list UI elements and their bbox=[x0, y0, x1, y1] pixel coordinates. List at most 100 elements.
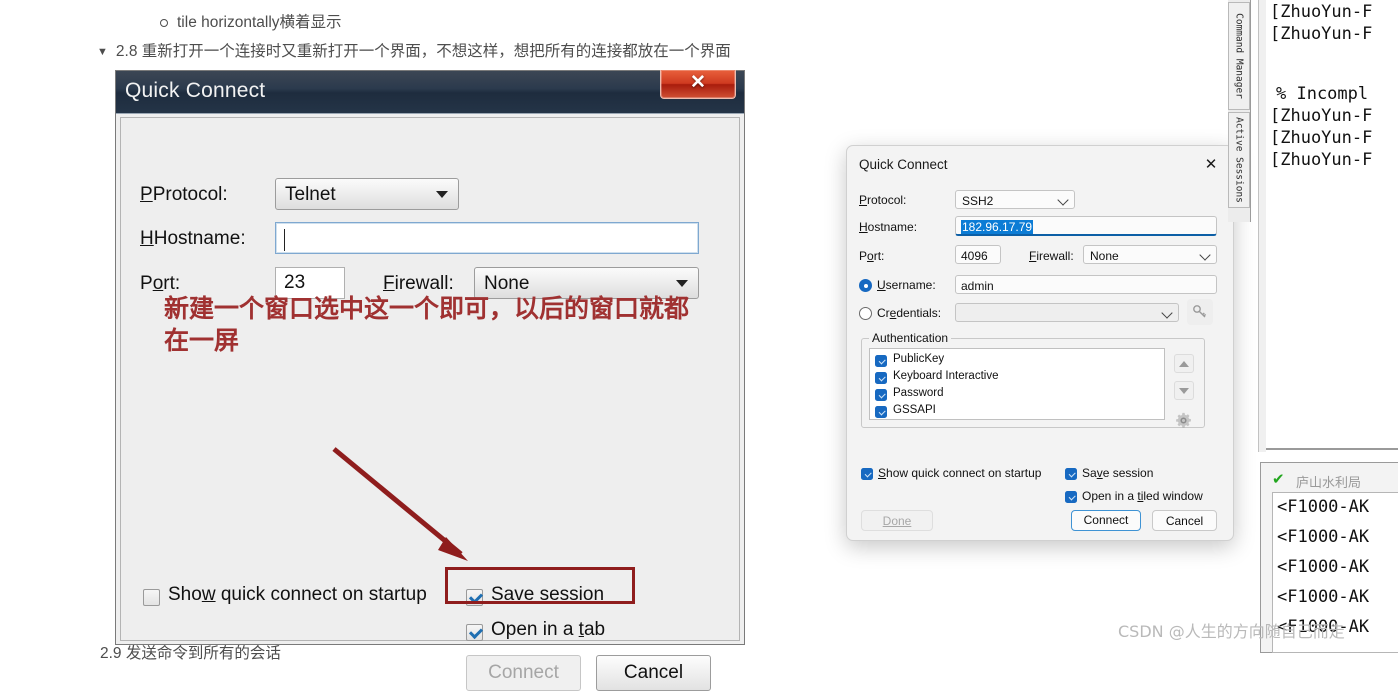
win7-close-button[interactable]: ✕ bbox=[660, 70, 736, 99]
sidebar-tab-active-sessions[interactable]: Active Sessions bbox=[1228, 112, 1250, 208]
win11-cancel-button[interactable]: Cancel bbox=[1152, 510, 1217, 531]
win11-username-value: admin bbox=[961, 279, 994, 293]
chevron-down-icon bbox=[1199, 249, 1211, 261]
terminal-line: [ZhuoYun-F bbox=[1270, 2, 1373, 22]
sidebar-tab-active-sessions-label: Active Sessions bbox=[1233, 117, 1245, 203]
win7-protocol-label: PProtocol: bbox=[140, 184, 228, 205]
terminal-line: <F1000-AK bbox=[1277, 497, 1370, 517]
win11-show-startup-label: Show quick connect on startup bbox=[878, 466, 1042, 480]
win11-port-label: Port: bbox=[859, 249, 885, 263]
terminal-session-tab-label: 庐山水利局 bbox=[1296, 475, 1362, 490]
win11-open-tiled-label: Open in a tiled window bbox=[1082, 489, 1203, 503]
win11-credentials-radio[interactable] bbox=[859, 307, 872, 320]
win11-protocol-value: SSH2 bbox=[962, 194, 994, 208]
win11-cancel-label: Cancel bbox=[1165, 514, 1204, 528]
win11-port-value: 4096 bbox=[961, 249, 988, 263]
win11-hostname-input[interactable]: 182.96.17.79 bbox=[955, 216, 1217, 236]
win11-firewall-label-text: irewall: bbox=[1036, 249, 1074, 263]
sidebar-tab-command-manager-label: Command Manager bbox=[1233, 13, 1245, 99]
vertical-tab-strip: Command Manager Active Sessions bbox=[1228, 0, 1251, 222]
win7-dialog-body: PProtocol: Telnet HHostname: Port: 23 Fi… bbox=[120, 117, 740, 691]
win11-port-input[interactable]: 4096 bbox=[955, 245, 1001, 264]
win11-auth-settings-button[interactable] bbox=[1174, 411, 1194, 431]
win11-protocol-label: Protocol: bbox=[859, 193, 907, 207]
win11-username-radio[interactable] bbox=[859, 279, 872, 292]
terminal-line: <F1000-AK bbox=[1277, 587, 1370, 607]
terminal-line: [ZhuoYun-F bbox=[1270, 128, 1373, 148]
win7-firewall-value: None bbox=[484, 273, 530, 294]
win7-open-in-tab-checkbox[interactable] bbox=[466, 624, 483, 641]
win11-firewall-value: None bbox=[1090, 249, 1119, 263]
win7-protocol-value: Telnet bbox=[285, 184, 336, 205]
win11-credentials-select[interactable] bbox=[955, 303, 1179, 322]
key-icon bbox=[1193, 305, 1207, 318]
win7-port-label: Port: bbox=[140, 273, 181, 294]
terminal-line: [ZhuoYun-F bbox=[1270, 150, 1373, 170]
win11-auth-checkbox-password[interactable] bbox=[875, 389, 887, 401]
win11-hostname-value: 182.96.17.79 bbox=[961, 220, 1034, 234]
win7-firewall-label: Firewall: bbox=[383, 273, 454, 294]
win11-save-session-checkbox[interactable] bbox=[1065, 468, 1077, 480]
credentials-key-button[interactable] bbox=[1187, 299, 1213, 325]
terminal-line: <F1000-AK bbox=[1277, 557, 1370, 577]
win7-cancel-button[interactable]: Cancel bbox=[596, 655, 711, 691]
win11-auth-label-keyboard-interactive: Keyboard Interactive bbox=[893, 370, 999, 382]
win7-protocol-select[interactable]: Telnet bbox=[275, 178, 459, 210]
win11-auth-move-down-button[interactable] bbox=[1174, 381, 1194, 400]
win7-cancel-label: Cancel bbox=[623, 662, 684, 683]
win11-protocol-select[interactable]: SSH2 bbox=[955, 190, 1075, 209]
win7-port-label-text: rt: bbox=[163, 273, 181, 294]
win7-hostname-input[interactable] bbox=[275, 222, 699, 254]
win11-username-label: Username: bbox=[877, 278, 936, 292]
terminal-line: % Incompl bbox=[1276, 84, 1369, 104]
win11-done-button[interactable]: Done bbox=[861, 510, 933, 531]
win11-credentials-label: Credentials: bbox=[877, 306, 942, 320]
win7-hostname-label-text: Hostname: bbox=[153, 228, 246, 249]
win11-hostname-label-text: ostname: bbox=[867, 220, 918, 234]
win7-title-bar: Quick Connect ✕ bbox=[116, 70, 744, 114]
win11-username-input[interactable]: admin bbox=[955, 275, 1217, 294]
win11-show-startup-checkbox[interactable] bbox=[861, 468, 873, 480]
gear-icon bbox=[1176, 412, 1191, 428]
win11-auth-listbox[interactable]: PublicKey Keyboard Interactive Password … bbox=[869, 348, 1165, 420]
win7-hostname-label: HHostname: bbox=[140, 228, 246, 249]
win11-firewall-select[interactable]: None bbox=[1083, 245, 1217, 264]
terminal-output-top[interactable]: [ZhuoYun-F [ZhuoYun-F % Incompl [ZhuoYun… bbox=[1266, 0, 1398, 452]
bullet-ring-icon bbox=[160, 18, 168, 27]
win7-protocol-label-text: Protocol: bbox=[152, 184, 228, 205]
win7-connect-button[interactable]: Connect bbox=[466, 655, 581, 691]
win7-show-startup-checkbox[interactable] bbox=[143, 589, 160, 606]
doc-sub-bullet: tile horizontally横着显示 bbox=[160, 10, 342, 32]
triangle-down-icon[interactable]: ▼ bbox=[97, 46, 108, 58]
arrow-down-icon bbox=[1179, 387, 1189, 394]
win11-protocol-label-text: rotocol: bbox=[867, 193, 907, 207]
arrow-up-icon bbox=[1179, 360, 1189, 367]
doc-sub-bullet-text: tile horizontally横着显示 bbox=[177, 14, 342, 31]
win11-auth-checkbox-publickey[interactable] bbox=[875, 355, 887, 367]
win11-close-button[interactable]: ✕ bbox=[1199, 154, 1223, 176]
win7-firewall-label-text: irewall: bbox=[394, 273, 454, 294]
doc-main-bullet[interactable]: ▼ 2.8 重新打开一个连接时又重新打开一个界面，不想这样，想把所有的连接都放在一… bbox=[97, 39, 731, 61]
win11-open-tiled-checkbox[interactable] bbox=[1065, 491, 1077, 503]
win11-hostname-value-wrap: 182.96.17.79 bbox=[961, 220, 1034, 234]
terminal-line: [ZhuoYun-F bbox=[1270, 24, 1373, 44]
chevron-down-icon bbox=[676, 280, 688, 287]
win11-auth-label-gssapi: GSSAPI bbox=[893, 404, 936, 416]
terminal-line: <F1000-AK bbox=[1277, 527, 1370, 547]
win11-save-session-label: Save session bbox=[1082, 466, 1154, 480]
win11-connect-button[interactable]: Connect bbox=[1071, 510, 1141, 531]
win11-connect-label: Connect bbox=[1083, 513, 1129, 527]
win7-port-value: 23 bbox=[284, 272, 306, 293]
terminal-split-divider[interactable] bbox=[1266, 448, 1398, 450]
win11-auth-move-up-button[interactable] bbox=[1174, 354, 1194, 373]
chevron-down-icon bbox=[1161, 307, 1173, 319]
check-icon: ✔ bbox=[1272, 471, 1285, 488]
win11-auth-checkbox-keyboard-interactive[interactable] bbox=[875, 372, 887, 384]
win7-quick-connect-dialog: Quick Connect ✕ PProtocol: Telnet HHostn… bbox=[115, 70, 745, 691]
csdn-watermark: CSDN @人生的方向随自己而走 bbox=[1118, 622, 1345, 641]
sidebar-tab-command-manager[interactable]: Command Manager bbox=[1228, 2, 1250, 110]
win11-port-label-text: rt: bbox=[873, 249, 885, 263]
win7-connect-label: Connect bbox=[488, 662, 559, 683]
text-caret bbox=[284, 229, 285, 251]
win11-auth-checkbox-gssapi[interactable] bbox=[875, 406, 887, 418]
